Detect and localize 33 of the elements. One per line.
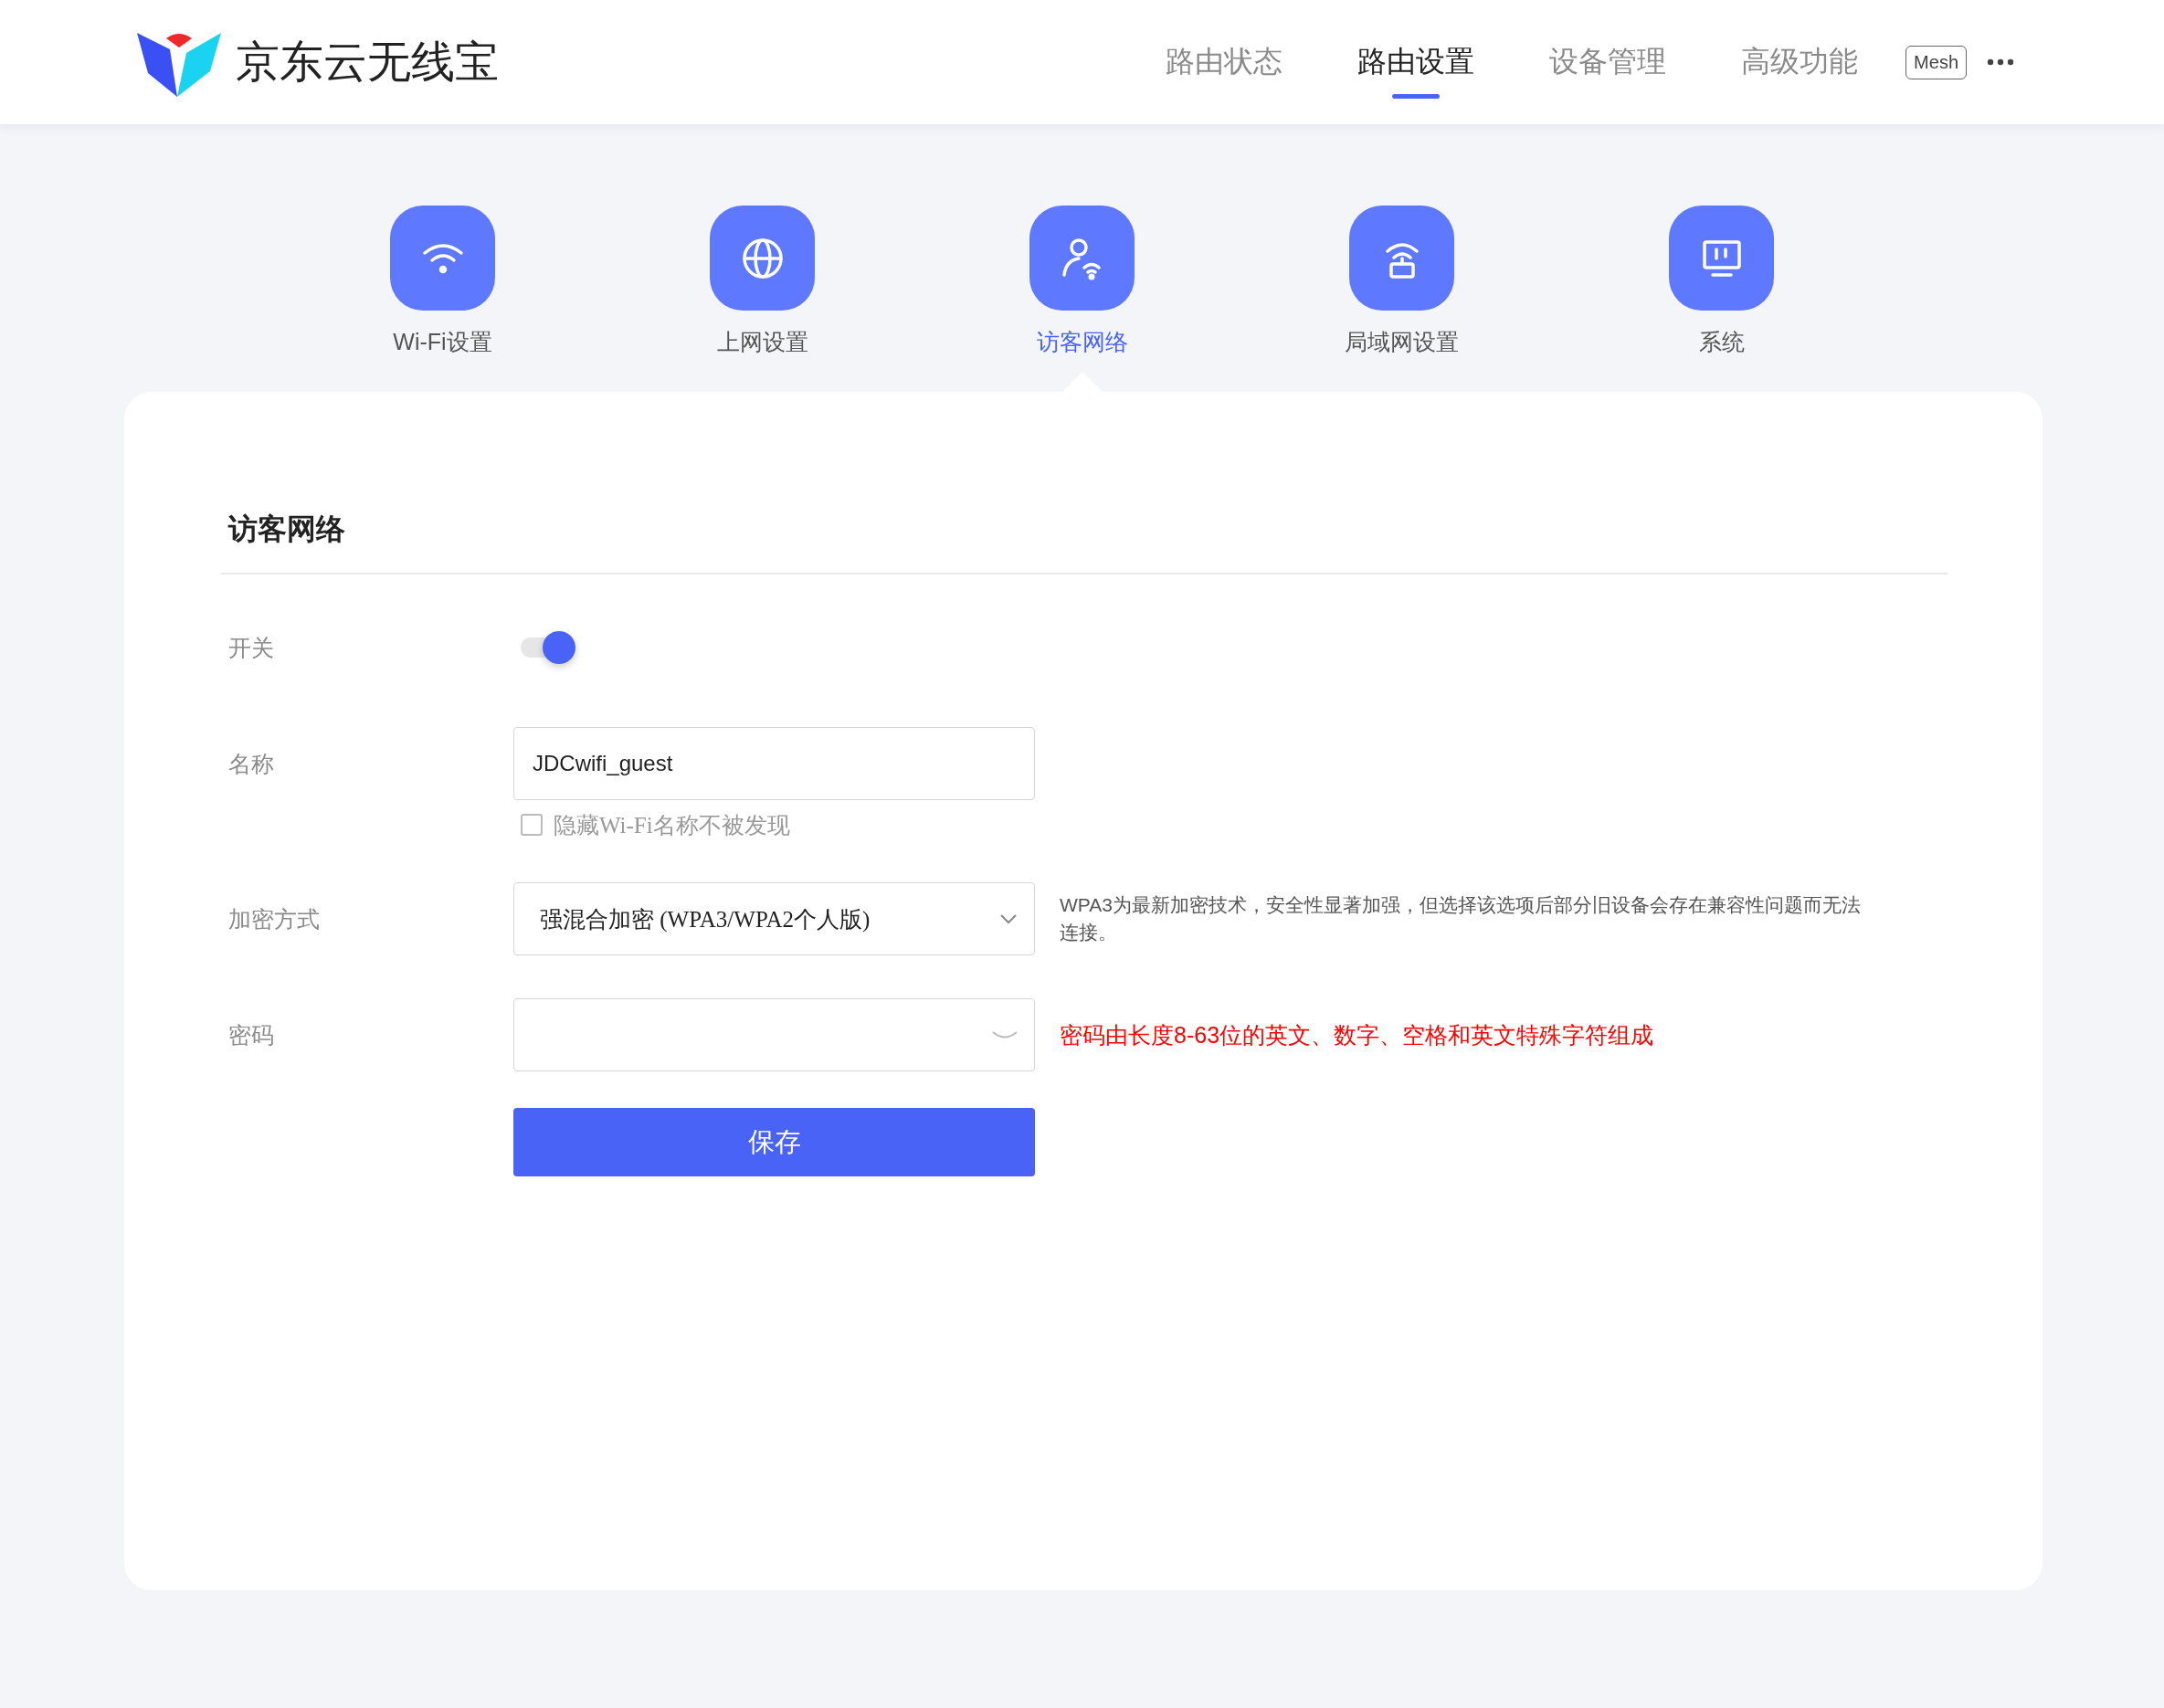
- field-label: 开关: [227, 633, 275, 662]
- field-label: 名称: [227, 749, 275, 778]
- chevron-down-icon: [999, 913, 1018, 924]
- mesh-badge[interactable]: Mesh: [1905, 45, 1967, 79]
- section-icon-button[interactable]: [1349, 206, 1454, 311]
- name-input-field[interactable]: JDCwifi_guest: [513, 727, 1035, 800]
- save-button[interactable]: 保存: [513, 1108, 1035, 1176]
- hint-text: WPA3为最新加密技术，安全性显著加强，但选择该选项后部分旧设备会存在兼容性问题而无法连接。: [1060, 893, 1862, 944]
- more-icon[interactable]: [1987, 58, 2014, 66]
- section-icon-button[interactable]: [1669, 206, 1774, 311]
- active-underline: [1392, 94, 1441, 99]
- section-icon-button[interactable]: [710, 206, 815, 311]
- nav-tab[interactable]: 设备管理: [1549, 29, 1667, 95]
- nav-tab[interactable]: 路由设置: [1357, 29, 1475, 95]
- section-label[interactable]: 上网设置: [716, 327, 808, 357]
- nav-tab[interactable]: 高级功能: [1741, 29, 1859, 95]
- section-icon-button[interactable]: [390, 206, 495, 311]
- brand-name: 京东云无线宝: [236, 37, 499, 88]
- checkbox-label: 隐藏Wi-Fi名称不被发现: [554, 811, 790, 839]
- password-input-field[interactable]: [513, 998, 1035, 1071]
- error-text: 密码由长度8-63位的英文、数字、空格和英文特殊字符组成: [1060, 1020, 1654, 1049]
- nav-tab[interactable]: 路由状态: [1166, 29, 1283, 95]
- section-label[interactable]: 访客网络: [1036, 327, 1128, 357]
- checkbox[interactable]: [521, 814, 543, 836]
- section-label[interactable]: 局域网设置: [1345, 327, 1459, 357]
- section-label[interactable]: 系统: [1698, 327, 1745, 357]
- field-label: 密码: [227, 1020, 275, 1049]
- field-label: 加密方式: [227, 904, 321, 933]
- eye-closed-icon[interactable]: [991, 1029, 1019, 1040]
- card-title: 访客网络: [227, 511, 346, 547]
- section-icon-button[interactable]: [1029, 206, 1135, 311]
- section-label[interactable]: Wi-Fi设置: [393, 327, 492, 357]
- encryption-select[interactable]: 强混合加密 (WPA3/WPA2个人版): [513, 882, 1035, 955]
